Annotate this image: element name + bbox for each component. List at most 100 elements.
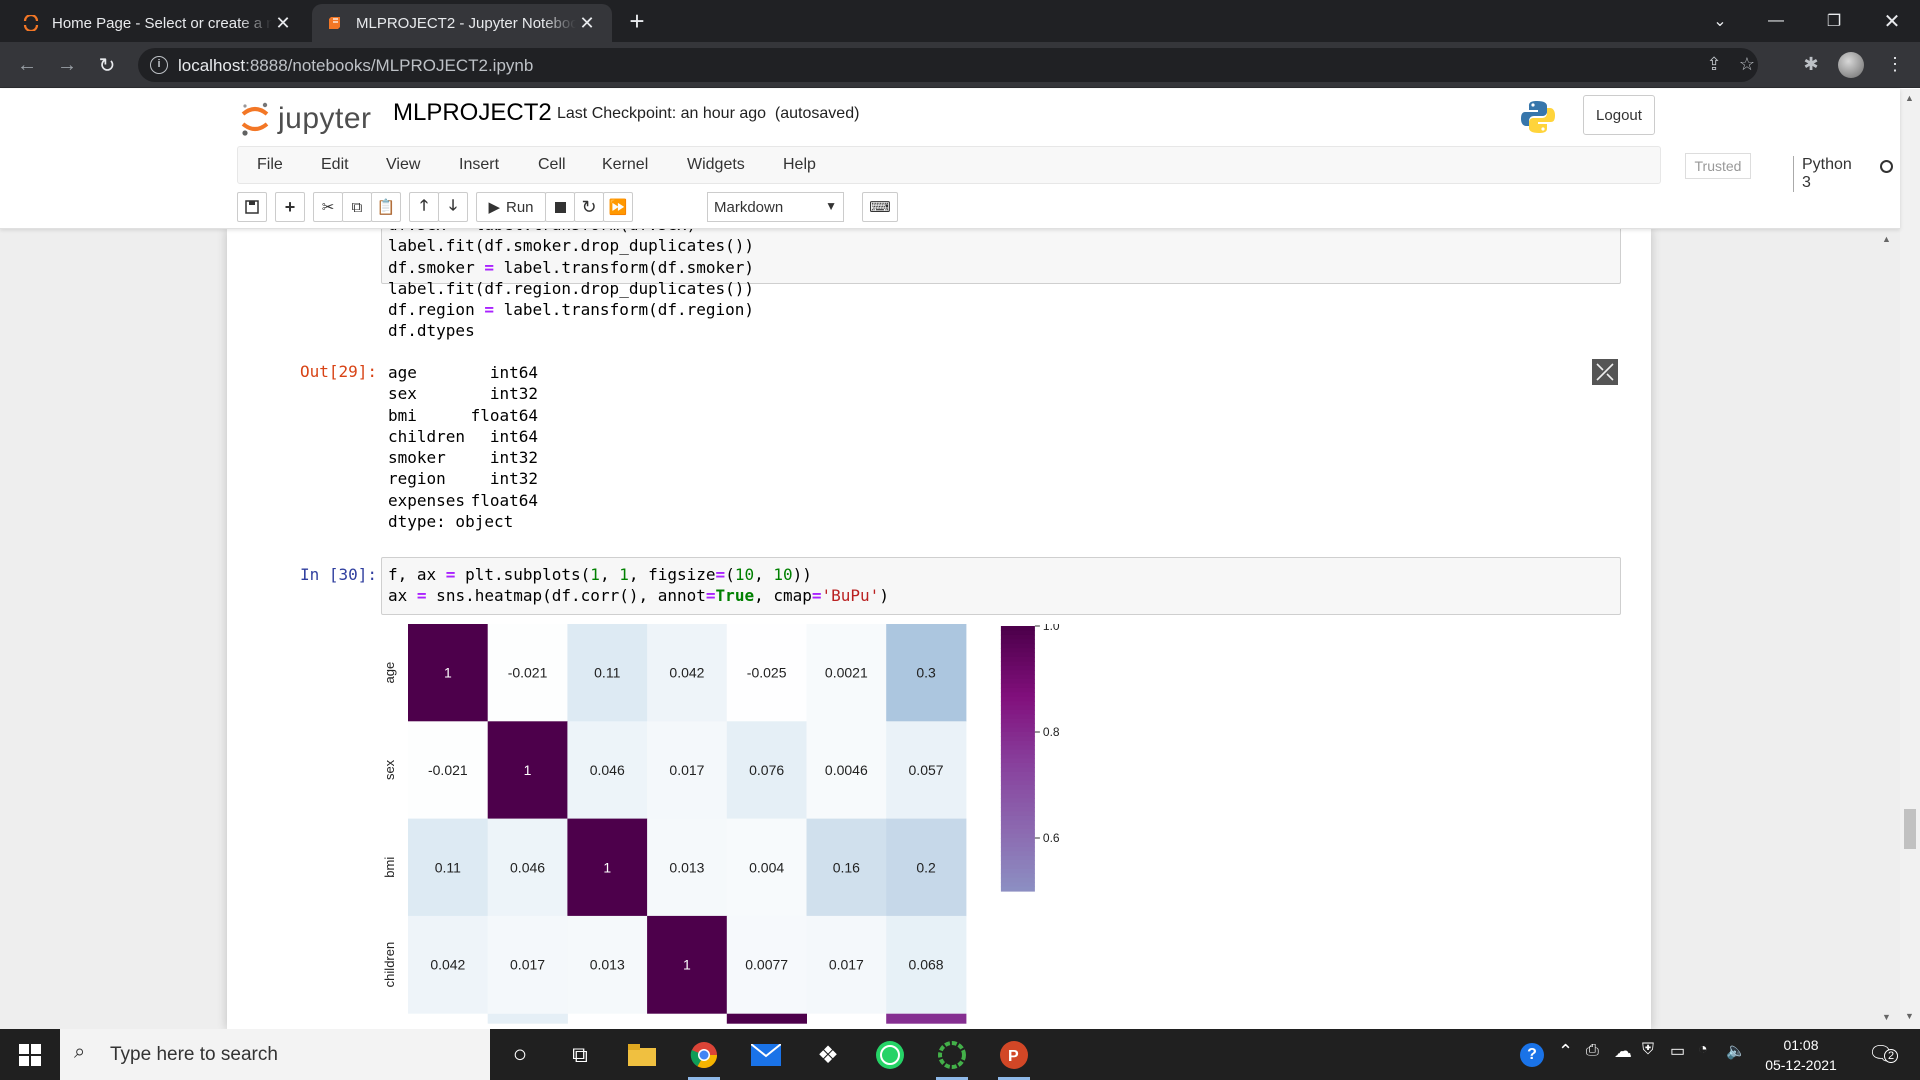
jupyter-logo[interactable]: jupyter xyxy=(240,97,372,141)
menu-view[interactable]: View xyxy=(386,156,420,174)
security-icon[interactable]: ⛨ xyxy=(1642,1041,1654,1059)
cortana-icon[interactable]: ○ xyxy=(500,1035,540,1075)
colorbar-segment xyxy=(1000,776,1035,782)
onedrive-icon[interactable]: ☁ xyxy=(1614,1041,1632,1062)
colorbar-segment xyxy=(1000,749,1035,755)
colorbar-segment xyxy=(1000,802,1035,808)
colorbar-segment xyxy=(1000,842,1035,848)
windows-start-icon[interactable] xyxy=(10,1035,50,1075)
windows-taskbar: ⌕ Type here to search ○ ⧉ ❖ P ? ⌃ ⎙ ☁ ⛨ … xyxy=(0,1029,1920,1080)
menu-cell[interactable]: Cell xyxy=(538,156,566,174)
scroll-up-icon[interactable]: ▲ xyxy=(1905,93,1914,103)
powerpoint-icon[interactable]: P xyxy=(994,1035,1034,1080)
mail-icon[interactable] xyxy=(746,1035,786,1075)
logout-button[interactable]: Logout xyxy=(1583,95,1655,135)
code-cell-30-editor[interactable]: f, ax = plt.subplots(1, 1, figsize=(10, … xyxy=(381,557,1621,615)
autosaved-text: (autosaved) xyxy=(774,105,860,122)
close-tab-icon[interactable]: ✕ xyxy=(576,13,598,34)
chrome-icon[interactable] xyxy=(684,1035,724,1080)
inner-scroll-down-icon[interactable]: ▼ xyxy=(1882,1012,1891,1022)
dropbox-icon[interactable]: ❖ xyxy=(808,1035,848,1075)
inner-scroll-up-icon[interactable]: ▲ xyxy=(1882,234,1891,244)
copy-icon: ⧉ xyxy=(351,198,363,216)
close-tab-icon[interactable]: ✕ xyxy=(272,13,294,34)
arrow-down-icon: 🡓 xyxy=(449,196,457,214)
bookmark-star-icon[interactable]: ☆ xyxy=(1736,54,1758,76)
colorbar-segment xyxy=(1000,639,1035,645)
profile-avatar[interactable] xyxy=(1838,52,1864,78)
file-explorer-icon[interactable] xyxy=(622,1035,662,1075)
task-view-icon[interactable]: ⧉ xyxy=(560,1035,600,1075)
heatmap-annotation: 0.068 xyxy=(909,957,944,973)
save-button[interactable] xyxy=(237,192,267,222)
notebook-favicon-icon xyxy=(326,14,344,32)
menu-widgets[interactable]: Widgets xyxy=(687,156,745,174)
colorbar-segment xyxy=(1000,793,1035,799)
operator: = xyxy=(484,257,494,277)
command-palette-button[interactable]: ⌨ xyxy=(862,192,898,222)
site-info-icon[interactable]: i xyxy=(150,56,168,74)
volume-icon[interactable]: 🔈 xyxy=(1726,1041,1746,1061)
colorbar-segment xyxy=(1000,864,1035,870)
tab-home-page[interactable]: Home Page - Select or create a notebook … xyxy=(8,4,308,42)
copy-button[interactable]: ⧉ xyxy=(342,192,372,222)
menu-kernel[interactable]: Kernel xyxy=(602,156,648,174)
battery-icon[interactable]: ▭ xyxy=(1670,1041,1685,1061)
colorbar-segment xyxy=(1000,754,1035,760)
show-hidden-icons-icon[interactable]: ⌃ xyxy=(1558,1041,1573,1062)
paste-button[interactable]: 📋 xyxy=(371,192,401,222)
new-tab-button[interactable]: + xyxy=(622,6,652,36)
taskbar-clock[interactable]: 01:08 05-12-2021 xyxy=(1756,1035,1846,1075)
notebook-scroll-area[interactable]: df.sex = label.transform(df.sex)label.fi… xyxy=(0,229,1900,1029)
url-input[interactable]: i localhost:8888/notebooks/MLPROJECT2.ip… xyxy=(138,48,1758,82)
tab-search-icon[interactable]: ⌄ xyxy=(1692,0,1748,42)
trusted-badge[interactable]: Trusted xyxy=(1685,153,1751,179)
whatsapp-icon[interactable] xyxy=(870,1035,910,1075)
colorbar-segment xyxy=(1000,696,1035,702)
scrollbar-thumb[interactable] xyxy=(1904,809,1916,849)
notebook-title[interactable]: MLPROJECT2 xyxy=(393,99,552,127)
menu-help[interactable]: Help xyxy=(783,156,816,174)
scroll-down-icon[interactable]: ▼ xyxy=(1905,1011,1914,1021)
minimize-button[interactable]: — xyxy=(1748,0,1804,42)
column-dtype: int64 xyxy=(489,363,538,382)
anaconda-icon[interactable] xyxy=(932,1035,972,1080)
wifi-icon[interactable]: ◔ xyxy=(1698,1041,1708,1059)
colorbar-tick-label: 1.0 xyxy=(1043,624,1060,633)
cut-button[interactable]: ✂ xyxy=(313,192,343,222)
share-icon[interactable]: ⇪ xyxy=(1703,54,1725,76)
page-scrollbar[interactable]: ▲ ▼ xyxy=(1900,89,1920,1029)
browser-menu-icon[interactable]: ⋮ xyxy=(1884,54,1906,76)
interrupt-button[interactable] xyxy=(545,192,575,222)
help-icon[interactable]: ? xyxy=(1520,1043,1544,1067)
move-down-button[interactable]: 🡓 xyxy=(438,192,468,222)
forward-icon[interactable]: → xyxy=(52,50,82,80)
insert-cell-button[interactable]: + xyxy=(275,192,305,222)
taskbar-search-input[interactable]: ⌕ Type here to search xyxy=(60,1029,490,1080)
meet-now-icon[interactable]: ⎙ xyxy=(1586,1042,1599,1060)
extensions-icon[interactable]: ✱ xyxy=(1800,54,1822,76)
menu-edit[interactable]: Edit xyxy=(321,156,349,174)
colorbar-segment xyxy=(1000,661,1035,667)
back-icon[interactable]: ← xyxy=(12,50,42,80)
heatmap-row-label: sex xyxy=(382,759,397,780)
colorbar-segment xyxy=(1000,683,1035,689)
tab-mlproject2[interactable]: MLPROJECT2 - Jupyter Notebook ✕ xyxy=(312,4,612,42)
close-window-button[interactable]: ✕ xyxy=(1864,0,1920,42)
heatmap-annotation: -0.021 xyxy=(508,665,548,681)
reload-icon[interactable]: ↻ xyxy=(92,50,122,80)
cell-type-select[interactable]: Markdown ▼ xyxy=(707,192,844,222)
restart-kernel-button[interactable]: ↻ xyxy=(574,192,604,222)
menu-insert[interactable]: Insert xyxy=(459,156,499,174)
notifications-icon[interactable]: 🗨 2 xyxy=(1868,1041,1898,1065)
code-cell-29-editor[interactable]: df.sex = label.transform(df.sex)label.fi… xyxy=(381,229,1621,340)
move-up-button[interactable]: 🡑 xyxy=(409,192,439,222)
menu-file[interactable]: File xyxy=(257,156,283,174)
heatmap-annotation: 1 xyxy=(524,762,532,778)
colorbar-segment xyxy=(1000,656,1035,662)
restart-run-all-button[interactable]: ⏩ xyxy=(603,192,633,222)
output-scroll-toggle-icon[interactable] xyxy=(1592,359,1618,385)
heatmap-annotation: 0.017 xyxy=(510,957,545,973)
run-button[interactable]: ▶ Run xyxy=(476,192,546,222)
restore-button[interactable]: ❐ xyxy=(1806,0,1862,42)
